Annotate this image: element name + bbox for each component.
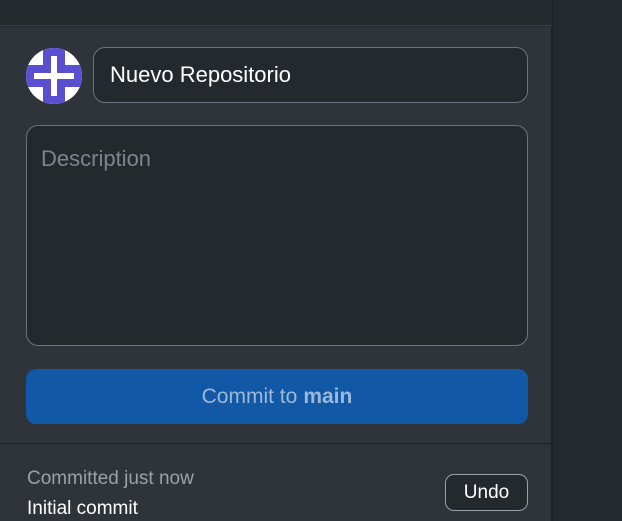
changes-panel: Commit to main Committed just now Initia…: [0, 0, 622, 521]
last-commit-message: Initial commit: [27, 498, 138, 519]
identicon-avatar-icon: [26, 48, 82, 104]
diff-pane: [552, 0, 622, 521]
commit-description-input[interactable]: [26, 125, 528, 346]
undo-button[interactable]: Undo: [445, 474, 528, 511]
commit-button-label: Commit to: [201, 384, 298, 408]
commit-status-text: Committed just now: [27, 468, 194, 489]
user-avatar-icon: [26, 48, 82, 104]
commit-button[interactable]: Commit to main: [26, 369, 528, 424]
commit-branch-name: main: [303, 384, 353, 408]
panel-header: [0, 0, 552, 26]
commit-summary-input[interactable]: [93, 47, 528, 103]
